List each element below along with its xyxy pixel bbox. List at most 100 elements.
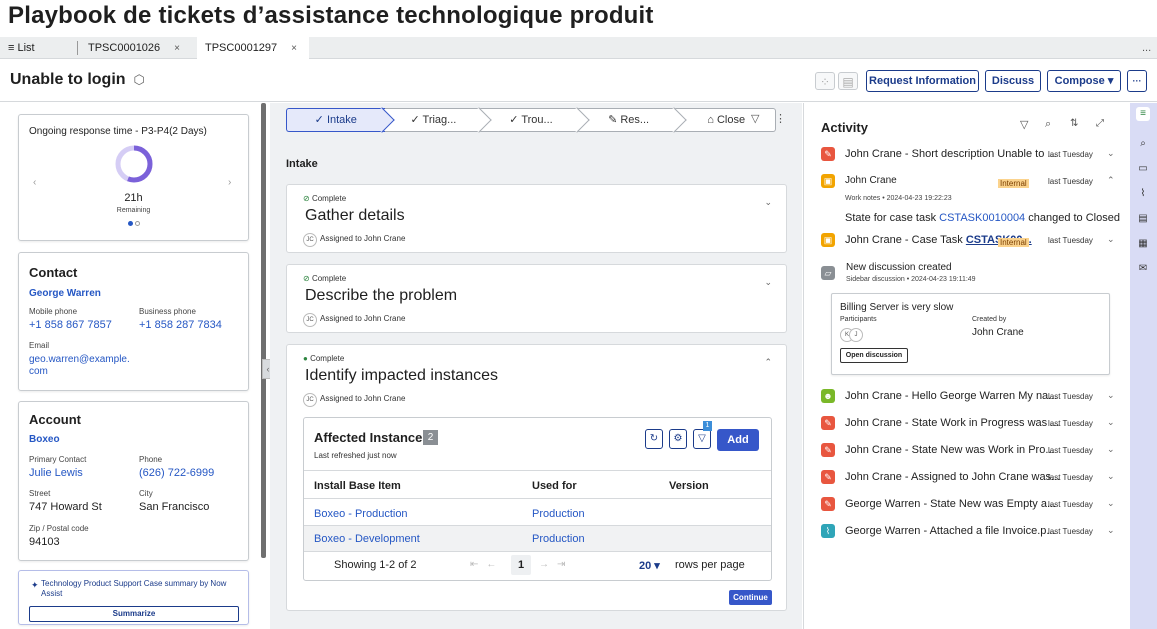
activity-item[interactable]: ✎ John Crane - State New was Work in Pro… — [821, 442, 1121, 460]
task-card[interactable]: ⊘ Complete Describe the problem JC Assign… — [286, 264, 787, 333]
phone-label: Phone — [139, 455, 163, 464]
contact-name-link[interactable]: George Warren — [29, 288, 101, 299]
discuss-button[interactable]: Discuss — [985, 70, 1041, 92]
step-troubleshoot[interactable]: ✓ Trou... — [482, 107, 590, 133]
sla-title: Ongoing response time - P3-P4(2 Days) — [29, 126, 207, 137]
task-card[interactable]: ⊘ Complete Gather details JC Assigned to … — [286, 184, 787, 253]
settings-icon[interactable]: ⚙ — [669, 429, 687, 449]
chevron-down-icon[interactable]: ⌄ — [1107, 444, 1115, 455]
account-name-link[interactable]: Boxeo — [29, 434, 60, 445]
more-actions-button[interactable]: ··· — [1127, 70, 1147, 92]
case-task-link[interactable]: CSTASK0010004 — [939, 212, 1025, 224]
business-phone-link[interactable]: +1 858 287 7834 — [139, 319, 222, 331]
pencil-icon: ✎ — [821, 443, 835, 457]
close-icon[interactable]: × — [174, 43, 180, 54]
primary-contact-link[interactable]: Julie Lewis — [29, 467, 83, 479]
divider — [304, 498, 771, 499]
filter-icon[interactable]: ▽ — [1020, 118, 1028, 131]
column-header[interactable]: Install Base Item — [314, 480, 401, 492]
current-page[interactable]: 1 — [511, 555, 531, 575]
assignee: JC Assigned to John Crane — [303, 393, 405, 407]
activity-item[interactable]: ▣ John Crane - Case Task CSTASK00... Int… — [821, 232, 1121, 250]
phone-link[interactable]: (626) 722-6999 — [139, 467, 214, 479]
column-header[interactable]: Version — [669, 480, 709, 492]
chevron-down-icon[interactable]: ⌄ — [764, 277, 772, 288]
report-icon[interactable]: ▦ — [1136, 237, 1150, 251]
activity-item[interactable]: ✎ John Crane - State Work in Progress wa… — [821, 415, 1121, 433]
document-icon[interactable]: ▤ — [838, 72, 858, 90]
first-prev-page-icons[interactable]: ⇤← — [470, 559, 504, 570]
filter-icon[interactable]: ▽ — [693, 429, 711, 449]
search-icon[interactable]: ⌕ — [1136, 137, 1150, 151]
step-close[interactable]: ⌂ Close — [677, 108, 776, 132]
sort-icon[interactable]: ⇅ — [1070, 118, 1078, 129]
chevron-down-icon[interactable]: ⌄ — [764, 197, 772, 208]
carousel-dot[interactable] — [135, 221, 140, 226]
prev-arrow-icon[interactable]: ‹ — [33, 177, 36, 188]
chevron-down-icon[interactable]: ⌄ — [1107, 390, 1115, 401]
city-value: San Francisco — [139, 501, 210, 513]
continue-button[interactable]: Continue — [729, 590, 772, 605]
close-icon[interactable]: × — [291, 43, 297, 54]
chevron-up-icon[interactable]: ⌃ — [764, 357, 772, 368]
step-resolve[interactable]: ✎ Res... — [579, 107, 688, 133]
expand-icon[interactable]: ⤢ — [1096, 118, 1104, 129]
activity-item[interactable]: ☻ John Crane - Hello George Warren My na… — [821, 388, 1121, 406]
carousel-dot-active[interactable] — [128, 221, 133, 226]
activity-item[interactable]: ✎ George Warren - State New was Empty a.… — [821, 496, 1121, 514]
next-arrow-icon[interactable]: › — [228, 177, 231, 188]
email-link[interactable]: geo.warren@example. — [29, 354, 130, 365]
activity-item-expanded[interactable]: ▣ John Crane Internal last Tuesday ⌃ Wor… — [821, 173, 1121, 233]
chevron-down-icon[interactable]: ⌄ — [1107, 525, 1115, 536]
chevron-down-icon[interactable]: ⌄ — [1107, 417, 1115, 428]
step-label: Res... — [620, 114, 650, 126]
tab-tpsc0001297[interactable]: TPSC0001297 × — [197, 37, 309, 59]
activity-item[interactable]: ⌇ George Warren - Attached a file Invoic… — [821, 523, 1121, 541]
column-header[interactable]: Used for — [532, 480, 577, 492]
assignee-text: Assigned to John Crane — [320, 314, 406, 323]
chevron-up-icon[interactable]: ⌃ — [1107, 175, 1115, 186]
tag-icon[interactable]: ⬡ — [134, 72, 145, 87]
activity-text: George Warren - Attached a file Invoice.… — [845, 525, 1056, 537]
install-base-link[interactable]: Boxeo - Production — [314, 508, 408, 520]
mail-icon[interactable]: ✉ — [1136, 262, 1150, 276]
chevron-down-icon[interactable]: ⌄ — [1107, 148, 1115, 159]
step-triage[interactable]: ✓ Triag... — [384, 107, 492, 133]
filter-icon[interactable]: ▽ — [751, 112, 759, 125]
text-prefix: John Crane - Case Task — [845, 234, 966, 246]
panel-splitter[interactable] — [261, 103, 266, 558]
paperclip-icon[interactable]: ⌇ — [1136, 187, 1150, 201]
chevron-down-icon[interactable]: ⌄ — [1107, 498, 1115, 509]
used-for-link[interactable]: Production — [532, 508, 585, 520]
pencil-icon: ✎ — [821, 416, 835, 430]
tab-tpsc0001026[interactable]: TPSC0001026 × — [88, 37, 198, 59]
more-tabs-icon[interactable]: ... — [1142, 37, 1151, 59]
request-information-button[interactable]: Request Information — [866, 70, 979, 92]
lock-icon: ▣ — [821, 233, 835, 247]
folder-icon[interactable]: ▭ — [1136, 162, 1150, 176]
pencil-icon: ✎ — [821, 470, 835, 484]
compose-button[interactable]: Compose ▾ — [1047, 70, 1121, 92]
step-intake[interactable]: ✓ Intake — [286, 107, 395, 133]
email-link-continued[interactable]: com — [29, 366, 48, 377]
document-icon[interactable]: ▤ — [1136, 212, 1150, 226]
activity-item[interactable]: ✎ John Crane - Short description Unable … — [821, 146, 1121, 164]
paperclip-icon: ⌇ — [821, 524, 835, 538]
more-vertical-icon[interactable]: ⋮ — [775, 112, 786, 125]
refresh-icon[interactable]: ↻ — [645, 429, 663, 449]
tab-list[interactable]: ≡ List — [8, 37, 35, 59]
next-last-page-icons[interactable]: →⇥ — [539, 559, 573, 570]
chevron-down-icon[interactable]: ⌄ — [1107, 234, 1115, 245]
search-icon[interactable]: ⌕ — [1045, 118, 1051, 131]
used-for-link[interactable]: Production — [532, 533, 585, 545]
open-discussion-button[interactable]: Open discussion — [840, 348, 908, 363]
install-base-link[interactable]: Boxeo - Development — [314, 533, 420, 545]
add-button[interactable]: Add — [717, 429, 759, 451]
mobile-phone-link[interactable]: +1 858 867 7857 — [29, 319, 112, 331]
per-page-select[interactable]: 20 ▾ — [639, 559, 660, 572]
graph-view-icon[interactable]: ⁘ — [815, 72, 835, 90]
chevron-down-icon[interactable]: ⌄ — [1107, 471, 1115, 482]
activity-item[interactable]: ✎ John Crane - Assigned to John Crane wa… — [821, 469, 1121, 487]
summarize-button[interactable]: Summarize — [29, 606, 239, 622]
activity-stream-icon[interactable]: ≡ — [1136, 107, 1150, 121]
